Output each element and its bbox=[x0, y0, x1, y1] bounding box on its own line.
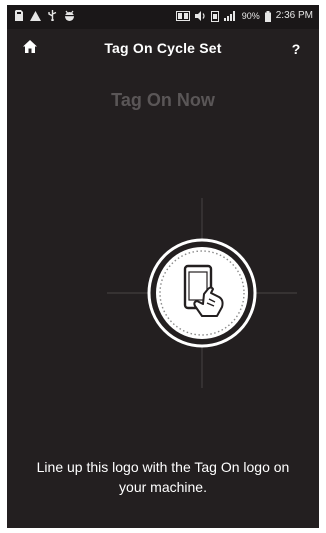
usb-icon bbox=[48, 10, 57, 21]
status-time: 2:36 PM bbox=[275, 10, 313, 21]
help-button[interactable]: ? bbox=[283, 38, 309, 60]
volume-icon bbox=[194, 11, 206, 21]
status-bar: 90% 2:36 PM bbox=[7, 5, 319, 29]
home-button[interactable] bbox=[17, 38, 43, 60]
warning-icon bbox=[30, 10, 41, 21]
app-screen: 90% 2:36 PM Tag On Cycle Set ? Tag On No… bbox=[7, 5, 319, 528]
tag-on-target bbox=[107, 198, 297, 388]
signal-icon bbox=[223, 11, 237, 21]
nfc-icon bbox=[175, 11, 190, 21]
tag-on-now-heading: Tag On Now bbox=[111, 90, 215, 110]
tag-on-phone-hand-icon[interactable] bbox=[107, 198, 297, 388]
android-debug-icon bbox=[64, 10, 75, 21]
home-icon bbox=[23, 40, 37, 58]
battery-icon bbox=[264, 10, 271, 22]
page-title: Tag On Cycle Set bbox=[104, 40, 222, 56]
title-bar: Tag On Cycle Set ? bbox=[7, 29, 319, 67]
sd-card-icon bbox=[15, 10, 23, 21]
vibrate-icon bbox=[210, 10, 219, 22]
instruction-text: Line up this logo with the Tag On logo o… bbox=[36, 459, 290, 495]
battery-percent: 90% bbox=[241, 11, 260, 21]
